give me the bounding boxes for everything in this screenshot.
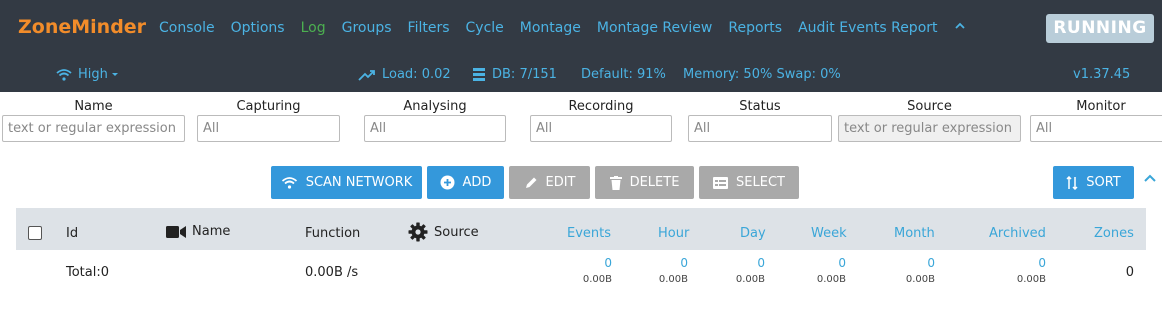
column-id[interactable]: Id <box>66 226 78 241</box>
select-list-icon <box>713 176 729 189</box>
column-source[interactable]: Source <box>408 222 479 242</box>
filter-monitor-label: Monitor <box>1076 99 1126 114</box>
total-hour-size: 0.00B <box>658 274 688 285</box>
total-zones: 0 <box>1125 265 1134 280</box>
select-button[interactable]: SELECT <box>699 166 799 199</box>
nav-groups[interactable]: Groups <box>342 20 392 36</box>
total-hour-count[interactable]: 0 <box>648 256 688 270</box>
total-week-count[interactable]: 0 <box>806 256 846 270</box>
scan-network-label: SCAN NETWORK <box>305 175 413 190</box>
sort-button[interactable]: SORT <box>1053 166 1134 199</box>
nav-reports[interactable]: Reports <box>728 20 782 36</box>
column-name-label: Name <box>192 224 231 239</box>
filter-capturing-label: Capturing <box>236 99 301 114</box>
pencil-icon <box>525 177 536 188</box>
wifi-icon <box>281 176 297 189</box>
filter-capturing-select[interactable] <box>197 115 340 142</box>
load-indicator: Load: 0.02 <box>358 67 451 82</box>
status-badge[interactable]: RUNNING <box>1046 14 1154 43</box>
add-circle-icon <box>440 175 455 190</box>
column-week[interactable]: Week <box>811 226 847 241</box>
add-label: ADD <box>462 175 492 190</box>
chevron-up-icon[interactable] <box>954 20 966 36</box>
nav-cycle[interactable]: Cycle <box>466 20 504 36</box>
sort-icon <box>1066 175 1078 190</box>
gear-icon <box>408 222 428 242</box>
total-week-size: 0.00B <box>816 274 846 285</box>
column-day[interactable]: Day <box>740 226 766 241</box>
filter-monitor-select[interactable] <box>1030 115 1162 142</box>
delete-label: DELETE <box>629 175 680 190</box>
edit-button[interactable]: EDIT <box>509 166 590 199</box>
total-monitors: Total:0 <box>66 265 110 280</box>
total-month-size: 0.00B <box>905 274 935 285</box>
total-day-size: 0.00B <box>735 274 765 285</box>
column-function[interactable]: Function <box>305 226 360 241</box>
column-hour[interactable]: Hour <box>658 226 689 241</box>
nav-montage-review[interactable]: Montage Review <box>597 20 713 36</box>
add-button[interactable]: ADD <box>427 166 504 199</box>
load-text: Load: 0.02 <box>382 67 451 82</box>
database-icon <box>473 68 485 81</box>
db-text: DB: 7/151 <box>492 67 557 82</box>
filter-status-select[interactable] <box>688 115 832 142</box>
chevron-up-icon[interactable] <box>1142 170 1158 186</box>
version[interactable]: v1.37.45 <box>1073 67 1130 82</box>
trend-up-icon <box>358 69 375 81</box>
column-name[interactable]: Name <box>166 224 230 239</box>
memory-indicator: Memory: 50% Swap: 0% <box>683 67 841 82</box>
nav-filters[interactable]: Filters <box>408 20 450 36</box>
bandwidth-label: High <box>78 67 108 82</box>
column-zones[interactable]: Zones <box>1094 226 1134 241</box>
filter-status-label: Status <box>739 99 781 114</box>
column-month[interactable]: Month <box>894 226 935 241</box>
filter-name-input[interactable] <box>2 115 185 142</box>
total-bandwidth: 0.00B /s <box>305 265 359 280</box>
top-navbar: ZoneMinder Console Options Log Groups Fi… <box>0 0 1162 56</box>
edit-label: EDIT <box>545 175 576 190</box>
bandwidth-dropdown[interactable]: High <box>56 67 125 82</box>
main-nav: Console Options Log Groups Filters Cycle… <box>159 20 982 36</box>
filter-recording-label: Recording <box>568 99 634 114</box>
caret-down-icon <box>111 72 118 76</box>
nav-options[interactable]: Options <box>231 20 285 36</box>
nav-log[interactable]: Log <box>301 20 326 36</box>
total-archived-size: 0.00B <box>1016 274 1046 285</box>
total-day-count[interactable]: 0 <box>725 256 765 270</box>
nav-console[interactable]: Console <box>159 20 215 36</box>
video-camera-icon <box>166 225 186 238</box>
total-archived-count[interactable]: 0 <box>1006 256 1046 270</box>
filter-name-label: Name <box>74 99 113 114</box>
table-header: Id Name Function Source Events Hour Day … <box>16 208 1146 250</box>
select-label: SELECT <box>736 175 785 190</box>
total-events-size: 0.00B <box>582 274 612 285</box>
sort-label: SORT <box>1086 175 1121 190</box>
wifi-icon <box>56 68 72 81</box>
column-archived[interactable]: Archived <box>989 226 1046 241</box>
filter-analysing-select[interactable] <box>364 115 506 142</box>
total-events-count[interactable]: 0 <box>572 256 612 270</box>
version-text: v1.37.45 <box>1073 67 1131 82</box>
filter-recording-select[interactable] <box>530 115 672 142</box>
filter-source-input[interactable] <box>838 115 1021 142</box>
filter-source-label: Source <box>907 99 952 114</box>
nav-audit-events-report[interactable]: Audit Events Report <box>798 20 937 36</box>
status-bar: High Load: 0.02 DB: 7/151 Default: 91% M… <box>0 56 1162 92</box>
table-footer-totals: Total:0 0.00B /s 0 0.00B 0 0.00B 0 0.00B… <box>16 250 1146 294</box>
column-source-label: Source <box>434 224 479 240</box>
scan-network-button[interactable]: SCAN NETWORK <box>271 166 422 199</box>
column-events[interactable]: Events <box>567 226 611 241</box>
db-indicator: DB: 7/151 <box>472 67 557 82</box>
memory-text: Memory: 50% Swap: 0% <box>683 67 841 82</box>
default-storage: Default: 91% <box>581 67 666 82</box>
brand-logo[interactable]: ZoneMinder <box>18 16 146 38</box>
nav-montage[interactable]: Montage <box>520 20 581 36</box>
total-month-count[interactable]: 0 <box>895 256 935 270</box>
filter-analysing-label: Analysing <box>403 99 467 114</box>
trash-icon <box>609 175 622 190</box>
delete-button[interactable]: DELETE <box>595 166 694 199</box>
select-all-checkbox[interactable] <box>28 226 42 240</box>
default-storage-text: Default: 91% <box>581 67 666 82</box>
